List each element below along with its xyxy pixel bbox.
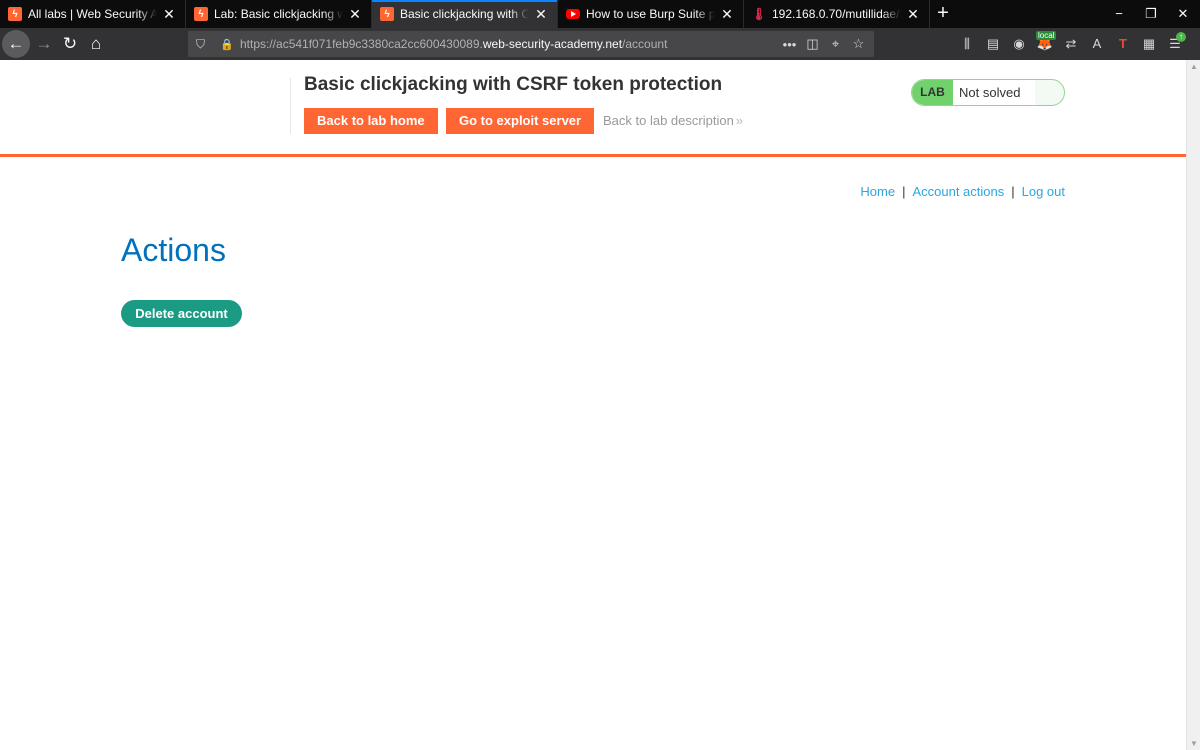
tab-all-labs[interactable]: ϟ All labs | Web Security Academy ✕ [0, 0, 186, 28]
tab-current-lab[interactable]: ϟ Basic clickjacking with CSRF token pro… [372, 0, 558, 28]
tab-youtube[interactable]: How to use Burp Suite projects ✕ [558, 0, 744, 28]
translator-icon[interactable]: ⇄ [1058, 30, 1084, 58]
browser-navbar: ← → ↻ ⌂ ⛉ 🔒 https://ac541f071feb9c3380ca… [0, 28, 1200, 60]
back-to-lab-home-button[interactable]: Back to lab home [304, 108, 438, 134]
extensions-icon[interactable]: ▦ [1136, 30, 1162, 58]
youtube-icon [566, 9, 580, 19]
tab-lab-description[interactable]: ϟ Lab: Basic clickjacking with CSRF toke… [186, 0, 372, 28]
account-icon[interactable]: ◉ [1006, 30, 1032, 58]
exploit-server-button[interactable]: Go to exploit server [446, 108, 595, 134]
delete-account-button[interactable]: Delete account [121, 300, 242, 327]
back-to-description-label: Back to lab description [603, 113, 734, 128]
url-text[interactable]: https://ac541f071feb9c3380ca2cc600430089… [240, 37, 667, 51]
foxyproxy-icon[interactable]: 🦊 local [1032, 30, 1058, 58]
close-icon[interactable]: ✕ [161, 6, 177, 22]
bookmark-star-icon[interactable]: ☆ [847, 36, 870, 52]
tab-title: All labs | Web Security Academy [28, 7, 157, 21]
page-scrollbar[interactable]: ▲ ▼ [1186, 60, 1200, 750]
tab-title: 192.168.0.70/mutillidae/ [772, 7, 900, 21]
double-chevron-right-icon: » [735, 113, 744, 128]
burp-icon: ϟ [380, 7, 394, 21]
pocket-icon[interactable]: ◫ [801, 36, 824, 52]
close-icon[interactable]: ✕ [719, 6, 735, 22]
web-page: Basic clickjacking with CSRF token prote… [0, 60, 1186, 750]
burp-icon: ϟ [8, 7, 22, 21]
lab-header: Basic clickjacking with CSRF token prote… [0, 60, 1186, 157]
url-prefix: https://ac541f071feb9c3380ca2cc600430089… [240, 37, 483, 51]
nav-logout-link[interactable]: Log out [1022, 184, 1065, 199]
sidebar-icon[interactable]: ▤ [980, 30, 1006, 58]
lab-tag: LAB [912, 80, 953, 105]
url-domain: web-security-academy.net [482, 37, 623, 51]
toolbar-icons: ⫼ ▤ ◉ 🦊 local ⇄ A T ▦ ☰ ↑ [954, 28, 1188, 60]
minimize-icon[interactable]: − [1102, 0, 1136, 28]
close-icon[interactable]: ✕ [905, 6, 921, 22]
scroll-down-icon[interactable]: ▼ [1190, 739, 1198, 748]
library-icon[interactable]: ⫼ [954, 30, 980, 58]
page-actions-icon[interactable]: ••• [778, 37, 801, 52]
language-icon[interactable]: A [1084, 30, 1110, 58]
tab-mutillidae[interactable]: 🌡 192.168.0.70/mutillidae/ ✕ [744, 0, 930, 28]
url-bar[interactable]: ⛉ 🔒 https://ac541f071feb9c3380ca2cc60043… [188, 31, 874, 57]
reload-icon[interactable]: ↻ [56, 30, 84, 58]
lock-icon[interactable]: 🔒 [220, 38, 234, 51]
nav-separator: | [1011, 184, 1015, 199]
menu-icon[interactable]: ☰ ↑ [1162, 30, 1188, 58]
nav-separator: | [902, 184, 906, 199]
tab-title: Lab: Basic clickjacking with CSRF token … [214, 7, 343, 21]
page-title: Actions [121, 232, 226, 268]
back-to-description-link[interactable]: Back to lab description» [603, 113, 743, 128]
lab-status-widget: LAB Not solved [911, 79, 1065, 106]
account-nav: Home | Account actions | Log out [860, 184, 1065, 199]
url-actions: ••• ◫ ⌖ ☆ [778, 31, 870, 57]
close-icon[interactable]: ✕ [533, 6, 549, 22]
thermometer-icon: 🌡 [751, 7, 767, 21]
restore-icon[interactable]: ❐ [1134, 0, 1168, 28]
browser-tab-strip: ϟ All labs | Web Security Academy ✕ ϟ La… [0, 0, 1200, 28]
back-arrow-icon[interactable]: ← [2, 30, 30, 58]
close-icon[interactable]: ✕ [347, 6, 363, 22]
url-path: /account [622, 37, 668, 51]
scroll-up-icon[interactable]: ▲ [1190, 62, 1198, 71]
burp-icon: ϟ [194, 7, 208, 21]
lab-status-text: Not solved [953, 80, 1035, 105]
nav-home-link[interactable]: Home [860, 184, 895, 199]
window-close-icon[interactable]: ✕ [1166, 0, 1200, 28]
tracking-shield-icon[interactable]: ⛉ [196, 37, 210, 52]
new-tab-plus-icon[interactable]: + [930, 0, 956, 28]
nav-account-actions-link[interactable]: Account actions [912, 184, 1004, 199]
update-icon: ↑ [1176, 32, 1186, 42]
translate-icon[interactable]: ⌖ [824, 36, 847, 52]
home-icon[interactable]: ⌂ [82, 30, 110, 58]
lab-title: Basic clickjacking with CSRF token prote… [304, 74, 723, 95]
header-divider [290, 78, 291, 134]
forward-arrow-icon[interactable]: → [30, 30, 58, 58]
tab-title: How to use Burp Suite projects [586, 7, 715, 21]
tampermonkey-icon[interactable]: T [1110, 30, 1136, 58]
extension-badge: local [1036, 31, 1057, 40]
tab-title: Basic clickjacking with CSRF token prote… [400, 7, 529, 21]
